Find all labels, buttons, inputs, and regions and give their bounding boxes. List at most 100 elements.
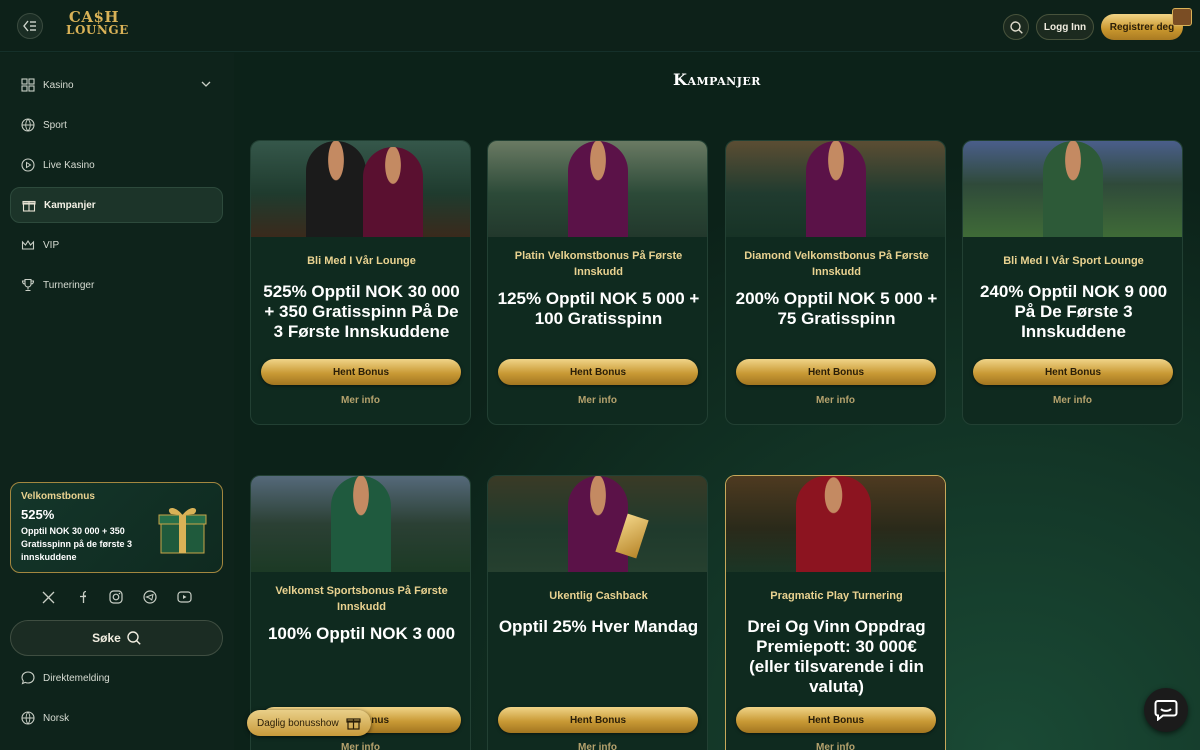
promo-card-title: Bli Med I Vår Lounge [307, 255, 416, 267]
promo-card: Pragmatic Play Turnering Drei Og Vinn Op… [725, 475, 946, 750]
telegram-icon[interactable] [142, 589, 158, 605]
promo-card-offer: Drei Og Vinn Oppdrag Premiepott: 30 000€… [747, 617, 926, 696]
promo-card-offer: 200% Opptil NOK 5 000 + 75 Gratisspinn [735, 289, 938, 328]
logo-bottom: LOUNGE [66, 23, 129, 37]
more-info-link[interactable]: Mer info [488, 395, 707, 406]
menu-collapse-icon [23, 20, 36, 32]
sidebar: Kasino Sport Live Kasino Kampanjer VIP T… [0, 53, 234, 750]
promo-card-offer: Opptil 25% Hver Mandag [498, 617, 699, 636]
sidebar-item-kasino[interactable]: Kasino [10, 67, 223, 103]
gift-box-icon [158, 507, 207, 554]
daily-bonus-label: Daglig bonusshow [257, 717, 339, 729]
get-bonus-button[interactable]: Hent Bonus [261, 359, 461, 385]
register-button[interactable]: Registrer deg [1101, 14, 1183, 40]
get-bonus-button[interactable]: Hent Bonus [973, 359, 1173, 385]
promo-card-offer: 240% Opptil NOK 9 000 På De Første 3 Inn… [979, 282, 1168, 341]
promo-card-title: Diamond Velkomstbonus På Første Innskudd [744, 250, 929, 278]
sidebar-item-language[interactable]: Norsk [10, 700, 223, 736]
get-bonus-button[interactable]: Hent Bonus [736, 359, 936, 385]
get-bonus-button[interactable]: Hent Bonus [736, 707, 936, 733]
sidebar-item-turneringer[interactable]: Turneringer [10, 267, 223, 303]
promo-card-title: Pragmatic Play Turnering [770, 590, 903, 602]
more-info-link[interactable]: Mer info [963, 395, 1182, 406]
promo-card: Diamond Velkomstbonus På Første Innskudd… [725, 140, 946, 425]
promo-card-image [488, 476, 707, 572]
live-chat-button[interactable] [1144, 688, 1188, 732]
sidebar-item-label: Sport [43, 119, 67, 131]
promo-card-title: Platin Velkomstbonus På Første Innskudd [514, 250, 683, 278]
sidebar-item-label: Live Kasino [43, 159, 95, 171]
promo-card: Ukentlig Cashback Opptil 25% Hver Mandag… [487, 475, 708, 750]
promo-card-image [726, 476, 945, 572]
play-icon [21, 158, 35, 172]
sidebar-item-live-kasino[interactable]: Live Kasino [10, 147, 223, 183]
welcome-bonus-promo[interactable]: Velkomstbonus 525% Opptil NOK 30 000 + 3… [10, 482, 223, 573]
sidebar-item-label: Turneringer [43, 279, 95, 291]
promo-card-image [251, 141, 470, 237]
ball-icon [21, 118, 35, 132]
golfer-figure [1043, 141, 1103, 237]
promo-description: Opptil NOK 30 000 + 350 Gratisspinn på d… [21, 526, 133, 562]
search-icon [127, 631, 141, 645]
social-links [40, 588, 192, 606]
promo-card: Platin Velkomstbonus På Første Innskudd … [487, 140, 708, 425]
sidebar-item-label: Kasino [43, 79, 74, 91]
promo-card-offer: 525% Opptil NOK 30 000 + 350 Gratisspinn… [263, 282, 460, 341]
gift-icon [346, 718, 361, 730]
sidebar-item-label: VIP [43, 239, 60, 251]
more-info-link[interactable]: Mer info [251, 742, 470, 750]
man-figure [306, 141, 366, 237]
promo-card: Bli Med I Vår Sport Lounge 240% Opptil N… [962, 140, 1183, 425]
gift-icon [1172, 8, 1192, 26]
promo-card-image [251, 476, 470, 572]
promo-card-image [963, 141, 1182, 237]
menu-collapse-button[interactable] [17, 13, 43, 39]
site-logo[interactable]: CA$H LOUNGE [66, 10, 129, 37]
sidebar-item-label: Kampanjer [44, 199, 96, 211]
promo-card-title: Bli Med I Vår Sport Lounge [1003, 255, 1144, 267]
sidebar-search-button[interactable]: Søke [10, 620, 223, 656]
man-figure [796, 476, 871, 572]
woman-figure [568, 476, 628, 572]
login-button[interactable]: Logg Inn [1036, 14, 1094, 40]
sidebar-item-kampanjer[interactable]: Kampanjer [10, 187, 223, 223]
sidebar-item-label: Direktemelding [43, 672, 110, 684]
promo-card-offer: 125% Opptil NOK 5 000 + 100 Gratisspinn [497, 289, 700, 328]
youtube-icon[interactable] [176, 589, 192, 605]
woman-figure [568, 141, 628, 237]
promo-card-title: Velkomst Sportsbonus På Første Innskudd [275, 585, 448, 613]
get-bonus-button[interactable]: Hent Bonus [498, 359, 698, 385]
crown-icon [21, 238, 35, 252]
chat-icon [21, 671, 35, 685]
chat-icon [1154, 700, 1178, 721]
x-twitter-icon[interactable] [40, 589, 56, 605]
more-info-link[interactable]: Mer info [251, 395, 470, 406]
instagram-icon[interactable] [108, 589, 124, 605]
facebook-icon[interactable] [74, 589, 90, 605]
sidebar-item-sport[interactable]: Sport [10, 107, 223, 143]
page-title: Kampanjer [673, 70, 761, 89]
sidebar-item-direktemelding[interactable]: Direktemelding [10, 660, 223, 696]
more-info-link[interactable]: Mer info [726, 395, 945, 406]
more-info-link[interactable]: Mer info [726, 742, 945, 750]
get-bonus-button[interactable]: Hent Bonus [498, 707, 698, 733]
search-label: Søke [92, 631, 121, 645]
top-header: CA$H LOUNGE Logg Inn Registrer deg [0, 0, 1200, 52]
woman-figure [363, 147, 423, 237]
tennis-player-figure [331, 476, 391, 572]
promo-card-title: Ukentlig Cashback [549, 590, 648, 602]
trophy-icon [21, 278, 35, 292]
daily-bonus-show-button[interactable]: Daglig bonusshow [247, 710, 371, 736]
gift-icon [22, 198, 36, 212]
more-info-link[interactable]: Mer info [488, 742, 707, 750]
promo-card-image [726, 141, 945, 237]
sidebar-item-vip[interactable]: VIP [10, 227, 223, 263]
header-search-button[interactable] [1003, 14, 1029, 40]
search-icon [1009, 20, 1023, 34]
promo-card-image [488, 141, 707, 237]
grid-icon [21, 78, 35, 92]
promo-card: Velkomst Sportsbonus På Første Innskudd … [250, 475, 471, 750]
globe-icon [21, 711, 35, 725]
sidebar-item-label: Norsk [43, 712, 70, 724]
main-content: Kampanjer Bli Med I Vår Lounge 525% Oppt… [234, 53, 1200, 750]
